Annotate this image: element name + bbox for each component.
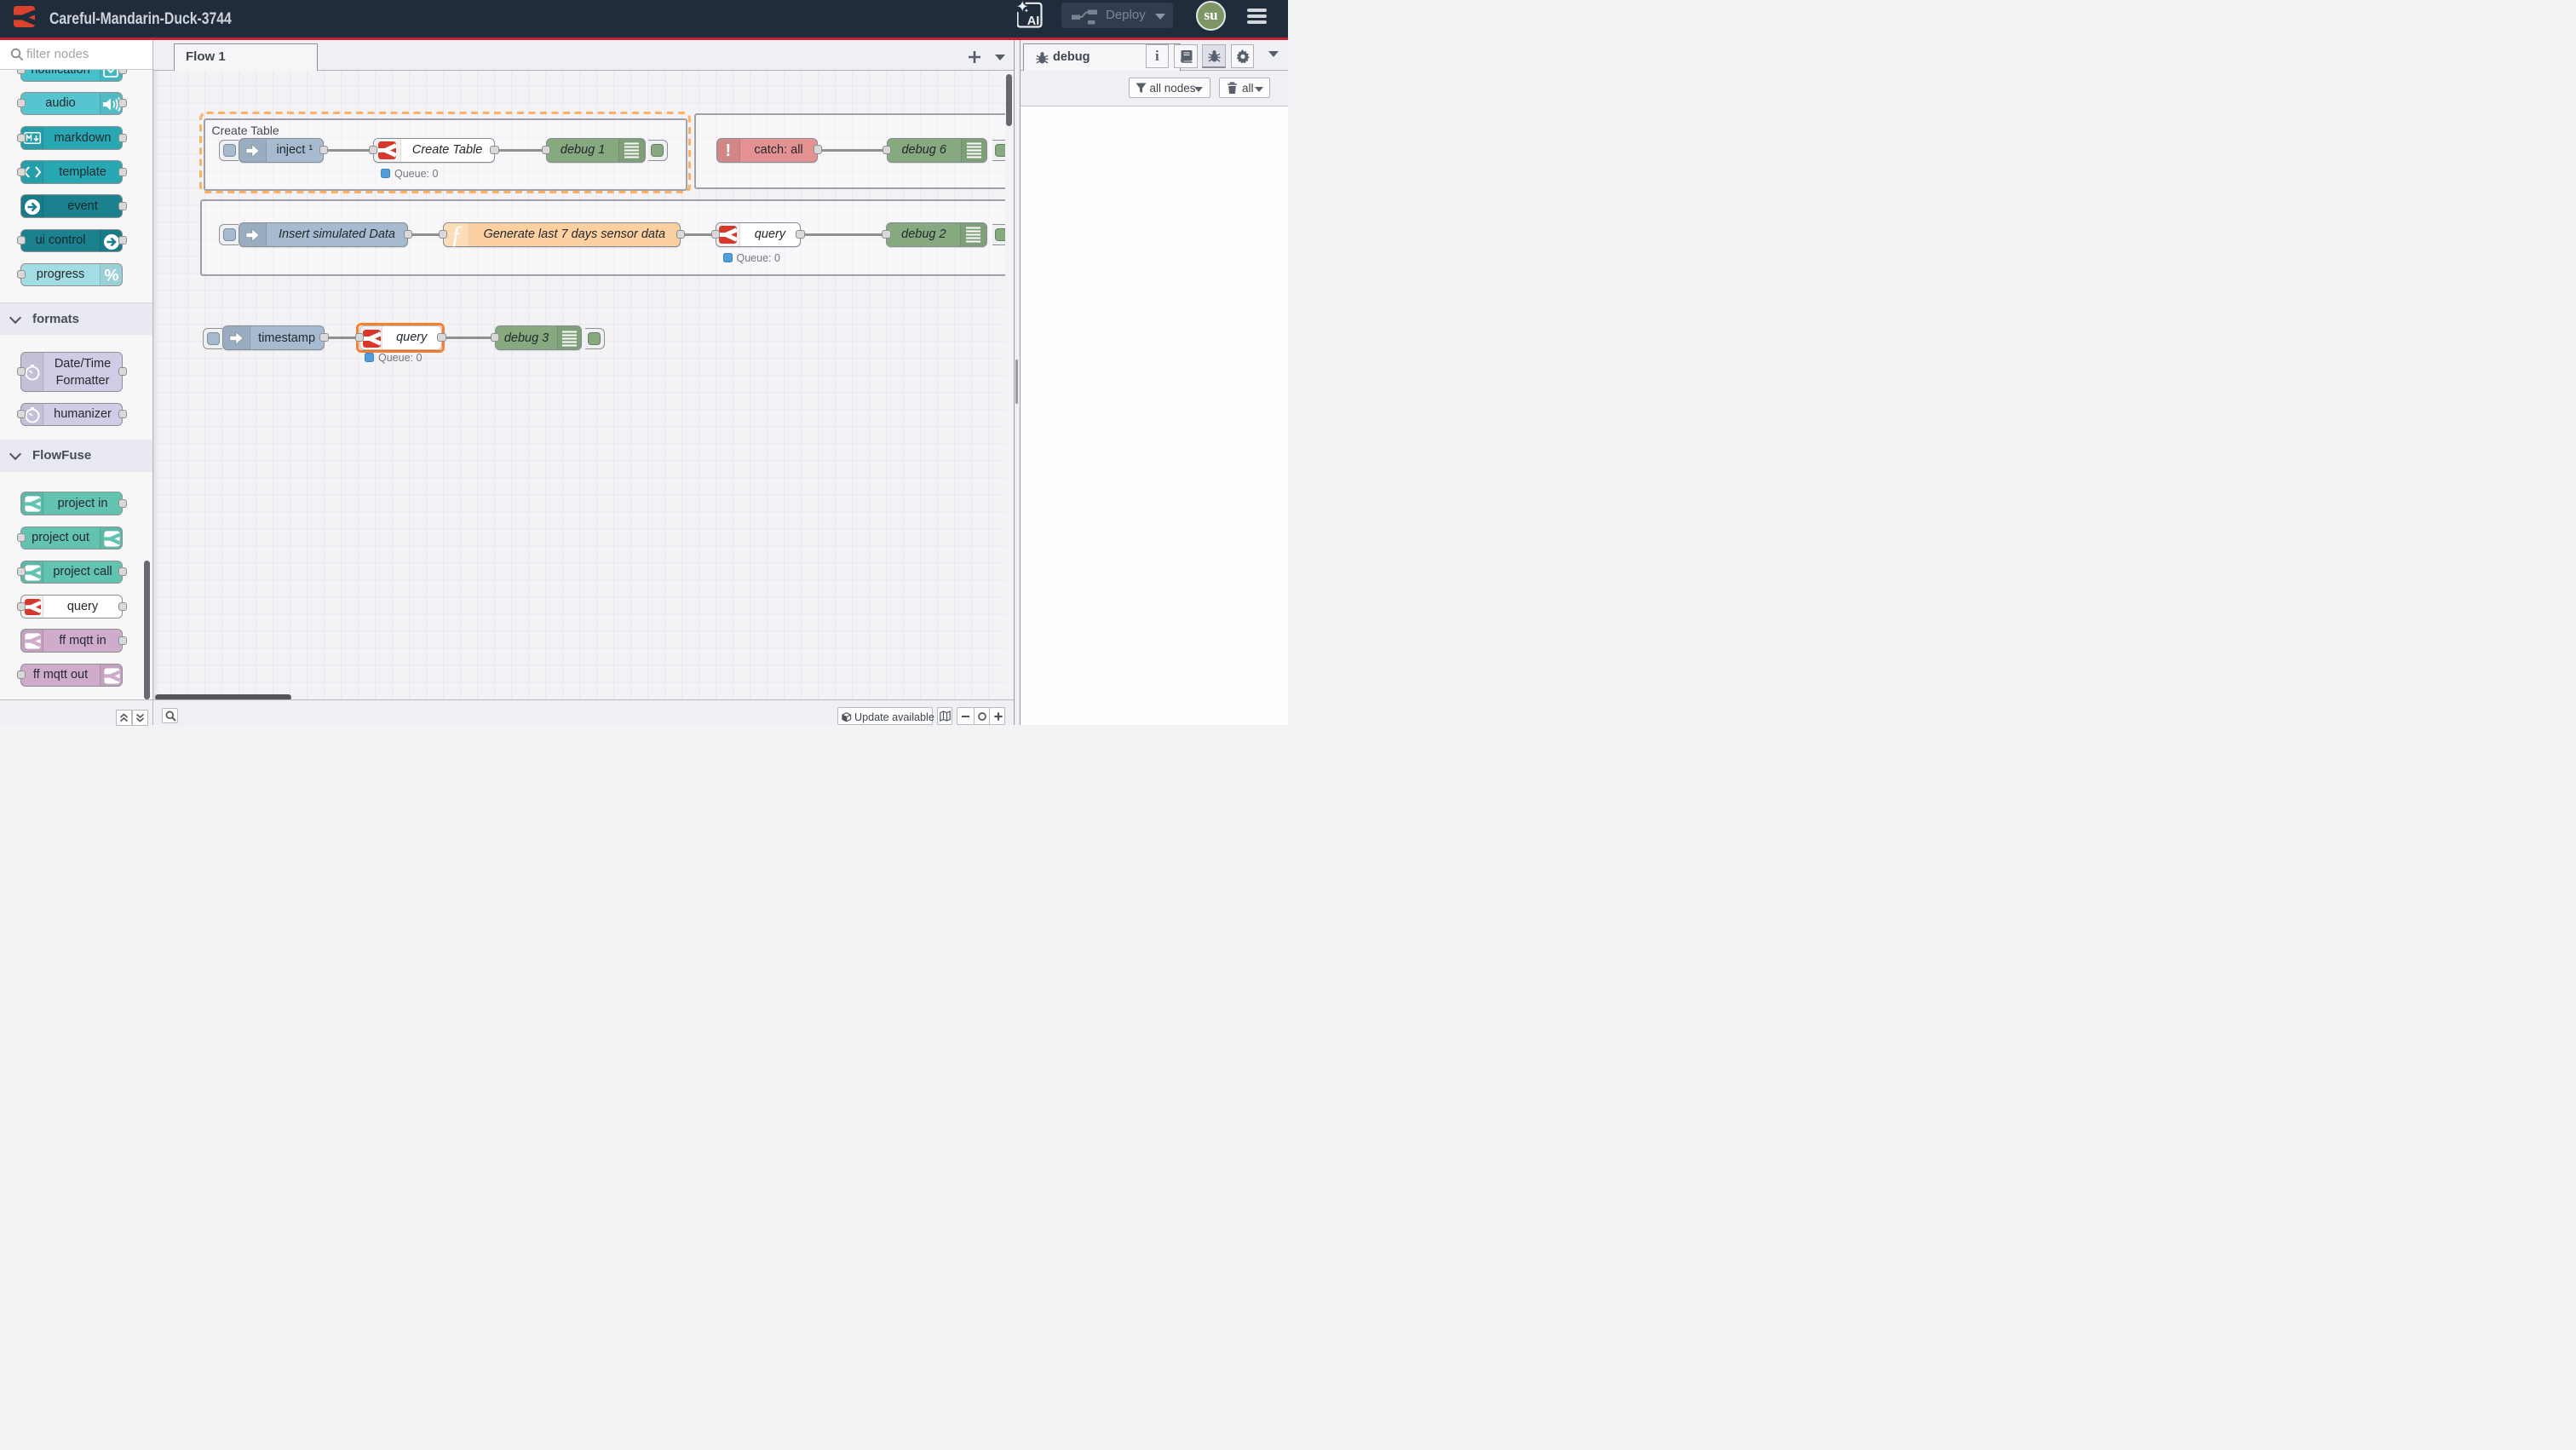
svg-text:%: % [105,267,119,285]
svg-text:AI: AI [1027,14,1040,28]
svg-text:ƒ: ƒ [450,223,463,248]
